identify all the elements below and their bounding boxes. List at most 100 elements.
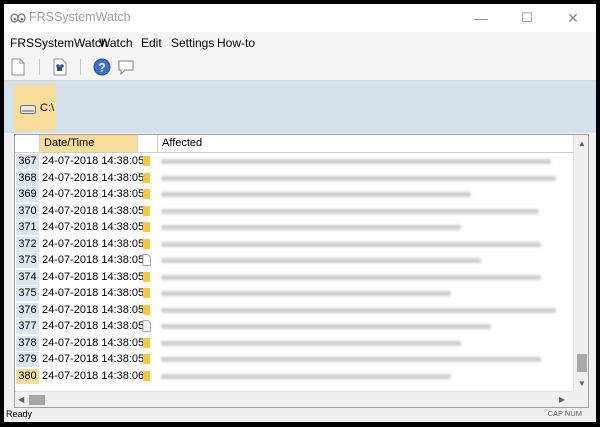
affected-path-redacted (161, 192, 471, 197)
table-row[interactable]: 369 24-07-2018 14:38:05 (15, 186, 573, 203)
title-bar: FRSSystemWatch — ☐ ✕ (4, 4, 596, 32)
row-datetime: 24-07-2018 14:38:05 (42, 353, 145, 365)
table-row[interactable]: 367 24-07-2018 14:38:05 (15, 153, 573, 170)
table-row[interactable]: 371 24-07-2018 14:38:05 (15, 219, 573, 236)
folder-icon (143, 370, 150, 381)
table-row[interactable]: 379 24-07-2018 14:38:05 (15, 351, 573, 368)
folder-icon (143, 222, 150, 232)
table-row[interactable]: 374 24-07-2018 14:38:05 (15, 269, 573, 286)
minimize-button[interactable]: — (458, 4, 504, 32)
affected-path-redacted (161, 324, 491, 329)
row-datetime: 24-07-2018 14:38:05 (42, 188, 145, 200)
affected-path-redacted (161, 373, 451, 379)
close-button[interactable]: ✕ (550, 4, 596, 32)
affected-path-redacted (161, 307, 556, 313)
table-row[interactable]: 370 24-07-2018 14:38:05 (15, 203, 573, 220)
row-datetime: 24-07-2018 14:38:05 (42, 303, 145, 316)
maximize-button[interactable]: ☐ (504, 4, 550, 32)
column-header-datetime[interactable]: Date/Time (40, 135, 138, 152)
status-bar: Ready CAP NUM (4, 408, 596, 422)
row-datetime: 24-07-2018 14:38:05 (42, 336, 145, 349)
folder-icon (143, 205, 150, 216)
row-datetime: 24-07-2018 14:38:05 (42, 155, 145, 167)
event-list[interactable]: Date/Time Affected 367 24-07-2018 14:38:0… (14, 134, 589, 408)
folder-icon (143, 337, 150, 348)
column-header-number[interactable] (15, 135, 40, 152)
svg-text:?: ? (98, 61, 105, 75)
screenshot-frame: FRSSystemWatch — ☐ ✕ FRSSystemWatch Watc… (0, 0, 600, 427)
menu-bar: FRSSystemWatch Watch Edit Settings How-t… (4, 32, 596, 54)
row-number: 378 (16, 335, 39, 351)
menu-settings[interactable]: Settings (171, 36, 214, 50)
toolbar-separator (80, 59, 81, 75)
table-row[interactable]: 368 24-07-2018 14:38:05 (15, 170, 573, 187)
new-document-icon[interactable] (9, 58, 27, 76)
app-window: FRSSystemWatch — ☐ ✕ FRSSystemWatch Watc… (4, 4, 596, 422)
horizontal-scroll-thumb[interactable] (29, 395, 45, 405)
vertical-scrollbar[interactable]: ▲ ▼ (573, 135, 588, 391)
folder-icon (143, 156, 150, 166)
row-datetime: 24-07-2018 14:38:05 (42, 171, 145, 184)
menu-frssystemwatch[interactable]: FRSSystemWatch (10, 36, 108, 50)
vertical-scroll-thumb[interactable] (577, 354, 587, 372)
row-number: 373 (16, 253, 39, 268)
table-row[interactable]: 376 24-07-2018 14:38:05 (15, 302, 573, 319)
scrollbar-corner (573, 391, 588, 407)
row-number: 376 (16, 302, 39, 318)
folder-icon (143, 172, 150, 183)
row-number: 379 (16, 352, 39, 367)
affected-path-redacted (161, 159, 551, 164)
horizontal-scrollbar[interactable]: ◀ ▶ (15, 391, 573, 407)
row-number: 371 (16, 220, 39, 235)
help-icon[interactable]: ? (93, 58, 111, 76)
row-datetime: 24-07-2018 14:38:06 (42, 369, 145, 382)
list-header: Date/Time Affected (15, 135, 573, 153)
row-datetime: 24-07-2018 14:38:05 (42, 270, 145, 283)
row-number: 380 (16, 368, 39, 384)
table-row[interactable]: 375 24-07-2018 14:38:05 (15, 285, 573, 302)
row-number: 368 (16, 170, 39, 186)
file-icon (142, 320, 151, 332)
affected-path-redacted (161, 340, 461, 346)
table-row[interactable]: 373 24-07-2018 14:38:05 (15, 252, 573, 269)
menu-edit[interactable]: Edit (141, 36, 162, 50)
folder-icon (143, 189, 150, 199)
drive-label: C:\ (40, 102, 55, 114)
folder-icon (143, 304, 150, 315)
folder-icon (143, 354, 150, 364)
column-header-affected[interactable]: Affected (158, 135, 573, 152)
drive-bar: C:\ (4, 81, 596, 133)
table-row[interactable]: 378 24-07-2018 14:38:05 (15, 335, 573, 352)
row-number: 374 (16, 269, 39, 285)
comment-icon[interactable] (117, 58, 135, 76)
table-row[interactable]: 377 24-07-2018 14:38:05 (15, 318, 573, 335)
drive-icon (20, 105, 36, 114)
window-title: FRSSystemWatch (29, 10, 131, 24)
scroll-down-arrow-icon[interactable]: ▼ (578, 379, 586, 388)
folder-icon (143, 271, 150, 282)
menu-how-to[interactable]: How-to (217, 36, 255, 50)
toolbar-separator (39, 59, 40, 75)
scroll-up-arrow-icon[interactable]: ▲ (578, 139, 586, 148)
affected-path-redacted (161, 291, 451, 296)
open-file-icon[interactable] (51, 58, 69, 76)
scroll-right-arrow-icon[interactable]: ▶ (559, 395, 565, 404)
row-number: 375 (16, 286, 39, 301)
row-datetime: 24-07-2018 14:38:05 (42, 221, 145, 233)
row-datetime: 24-07-2018 14:38:05 (42, 254, 145, 266)
affected-path-redacted (161, 241, 541, 247)
table-row[interactable]: 380 24-07-2018 14:38:06 (15, 368, 573, 385)
row-number: 370 (16, 203, 39, 219)
column-header-icon[interactable] (138, 135, 158, 152)
keyboard-indicators: CAP NUM (547, 409, 582, 418)
table-row[interactable]: 372 24-07-2018 14:38:05 (15, 236, 573, 253)
folder-icon (143, 288, 150, 298)
row-datetime: 24-07-2018 14:38:05 (42, 287, 145, 299)
app-eyes-icon (10, 13, 26, 23)
menu-watch[interactable]: Watch (99, 36, 133, 50)
drive-tab-c[interactable]: C:\ (14, 85, 56, 131)
affected-path-redacted (161, 357, 541, 362)
affected-path-redacted (161, 258, 481, 263)
scroll-left-arrow-icon[interactable]: ◀ (18, 395, 24, 404)
folder-icon (143, 238, 150, 249)
